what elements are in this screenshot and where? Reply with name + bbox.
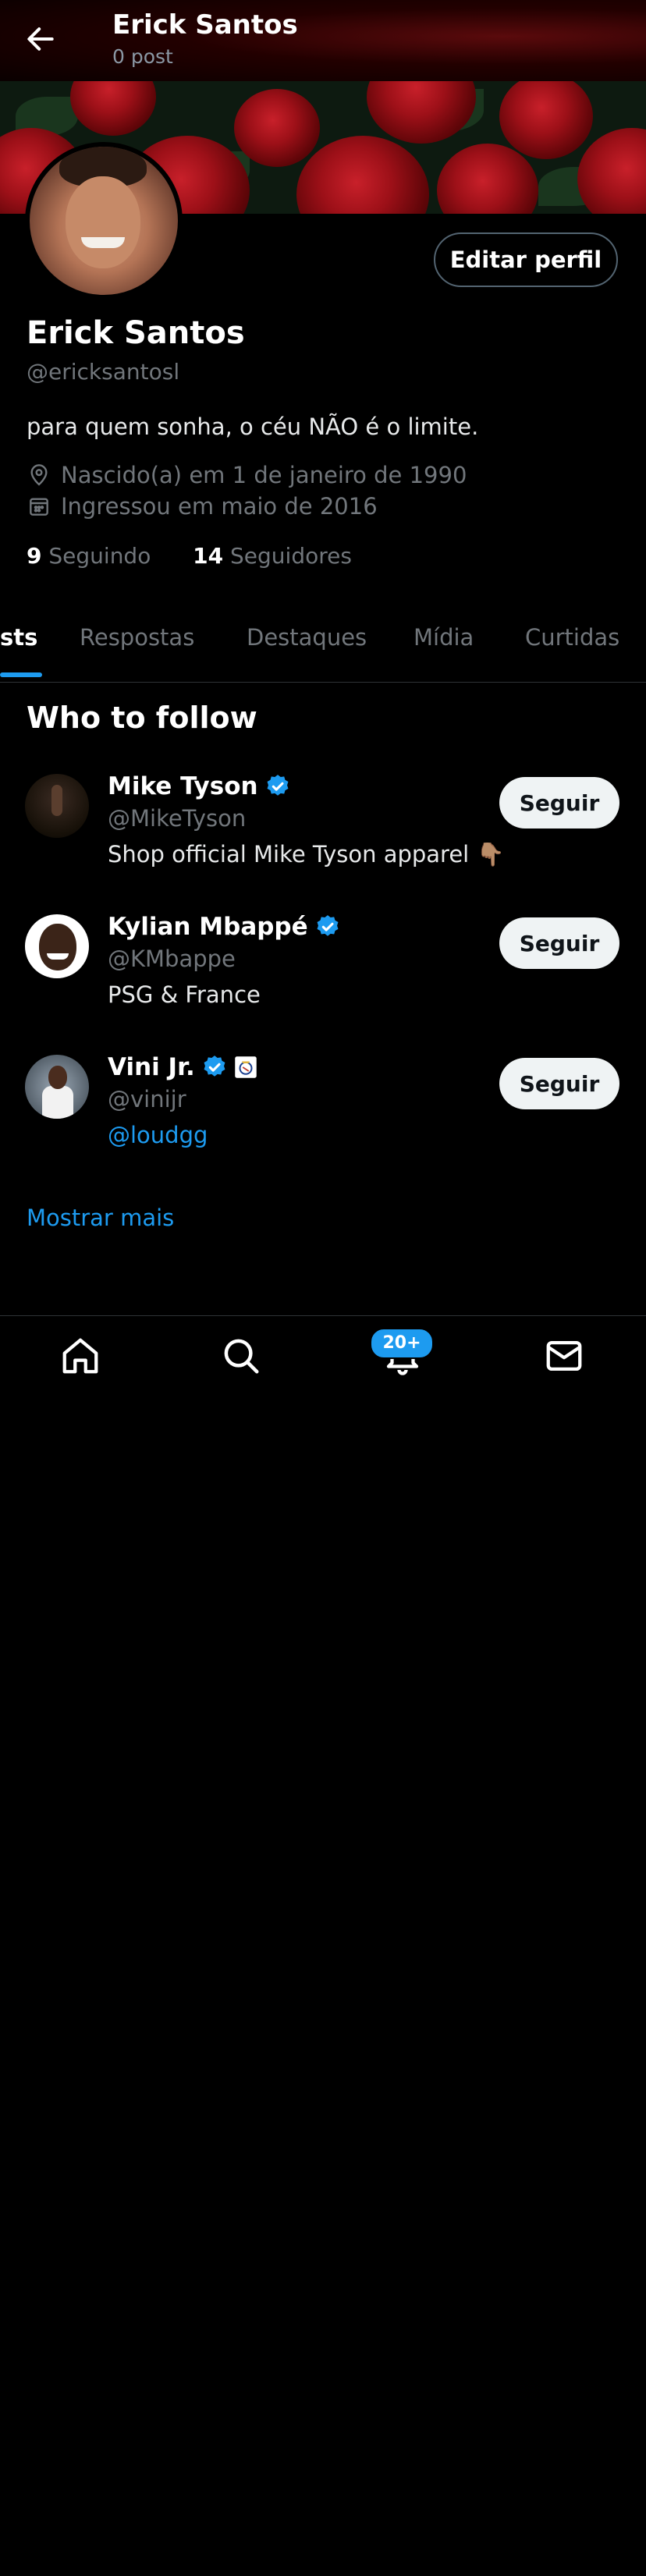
suggestion-handle: @MikeTyson [108,805,247,832]
follow-counts: 9 Seguindo 14 Seguidores [27,543,352,569]
suggestion-description: Shop official Mike Tyson apparel 👇🏽 [108,841,505,868]
active-tab-indicator [0,672,42,677]
followers-link[interactable]: 14 Seguidores [193,543,352,569]
follow-button[interactable]: Seguir [499,777,619,829]
avatar[interactable] [25,914,89,978]
tab-likes[interactable]: Curtidas [525,624,619,651]
search-icon[interactable] [220,1335,262,1377]
follow-suggestion[interactable]: Mike Tyson @MikeTyson Shop official Mike… [0,772,646,907]
following-link[interactable]: 9 Seguindo [27,543,151,569]
verified-badge-icon [317,915,339,936]
edit-profile-button[interactable]: Editar perfil [434,232,618,287]
birth-date-text: Nascido(a) em 1 de janeiro de 1990 [61,462,467,488]
tab-media[interactable]: Mídia [414,624,474,651]
tab-highlights[interactable]: Destaques [247,624,367,651]
back-arrow-icon[interactable] [23,22,58,56]
suggestion-name: Kylian Mbappé [108,913,341,941]
profile-bio: para quem sonha, o céu NÃO é o limite. [27,413,479,440]
suggestion-name: Mike Tyson [108,772,291,800]
join-date-text: Ingressou em maio de 2016 [61,493,378,520]
avatar[interactable] [25,1055,89,1119]
profile-name: Erick Santos [27,315,245,351]
messages-mail-icon[interactable] [543,1335,585,1377]
show-more-link[interactable]: Mostrar mais [27,1205,174,1231]
location-pin-icon [30,464,48,486]
suggestion-name: Vini Jr. [108,1053,257,1081]
join-date: Ingressou em maio de 2016 [27,493,378,520]
who-to-follow-title: Who to follow [27,701,257,735]
suggestion-description: PSG & France [108,981,261,1008]
suggestion-description-link[interactable]: @loudgg [108,1122,208,1148]
club-affiliation-badge-icon [235,1056,257,1078]
profile-tabs: sts Respostas Destaques Mídia Curtidas [0,616,646,683]
profile-handle: @ericksantosl [27,359,180,385]
suggestion-handle: @KMbappe [108,946,236,972]
suggestion-handle: @vinijr [108,1086,186,1112]
follow-suggestion[interactable]: Vini Jr. @vinijr @loudgg Seguir [0,1053,646,1187]
follow-suggestion[interactable]: Kylian Mbappé @KMbappe PSG & France Segu… [0,913,646,1047]
follow-button[interactable]: Seguir [499,1058,619,1109]
notifications-badge: 20+ [370,1328,434,1359]
tab-replies[interactable]: Respostas [80,624,194,651]
bottom-navigation [0,1315,646,1394]
profile-header: Erick Santos 0 post [0,0,646,81]
birth-date: Nascido(a) em 1 de janeiro de 1990 [27,462,467,488]
verified-badge-icon [204,1056,225,1077]
home-icon[interactable] [59,1335,101,1377]
follow-button[interactable]: Seguir [499,917,619,969]
avatar[interactable] [25,774,89,838]
profile-avatar[interactable] [25,142,183,300]
tab-posts[interactable]: sts [0,624,37,651]
header-title: Erick Santos [112,9,298,41]
calendar-icon [30,498,48,516]
verified-badge-icon [267,775,289,796]
header-post-count: 0 post [112,45,173,68]
